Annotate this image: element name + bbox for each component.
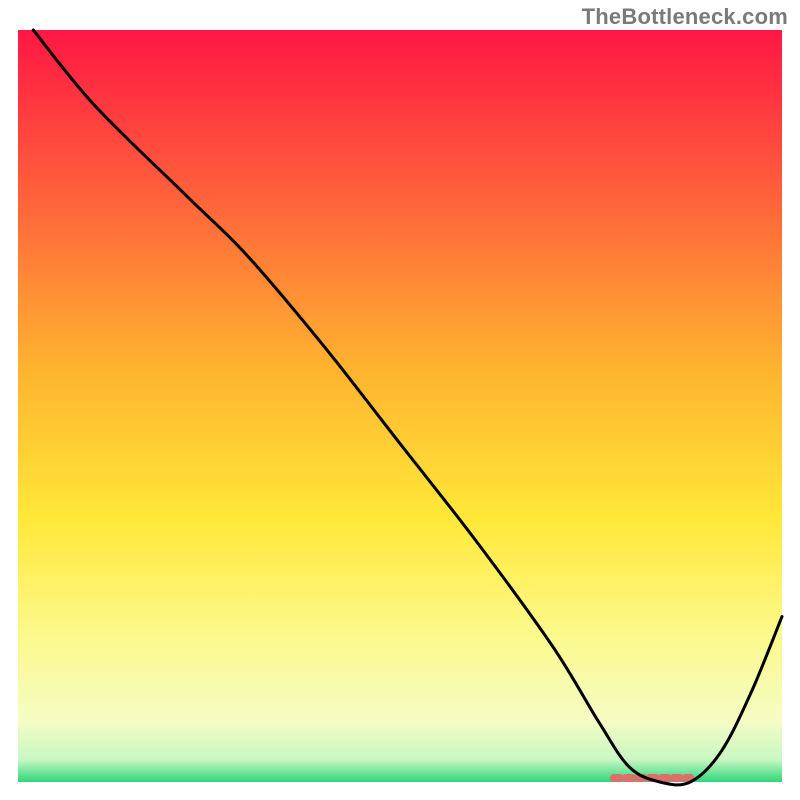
chart-stage: TheBottleneck.com [0, 0, 800, 800]
bottleneck-chart [0, 0, 800, 800]
